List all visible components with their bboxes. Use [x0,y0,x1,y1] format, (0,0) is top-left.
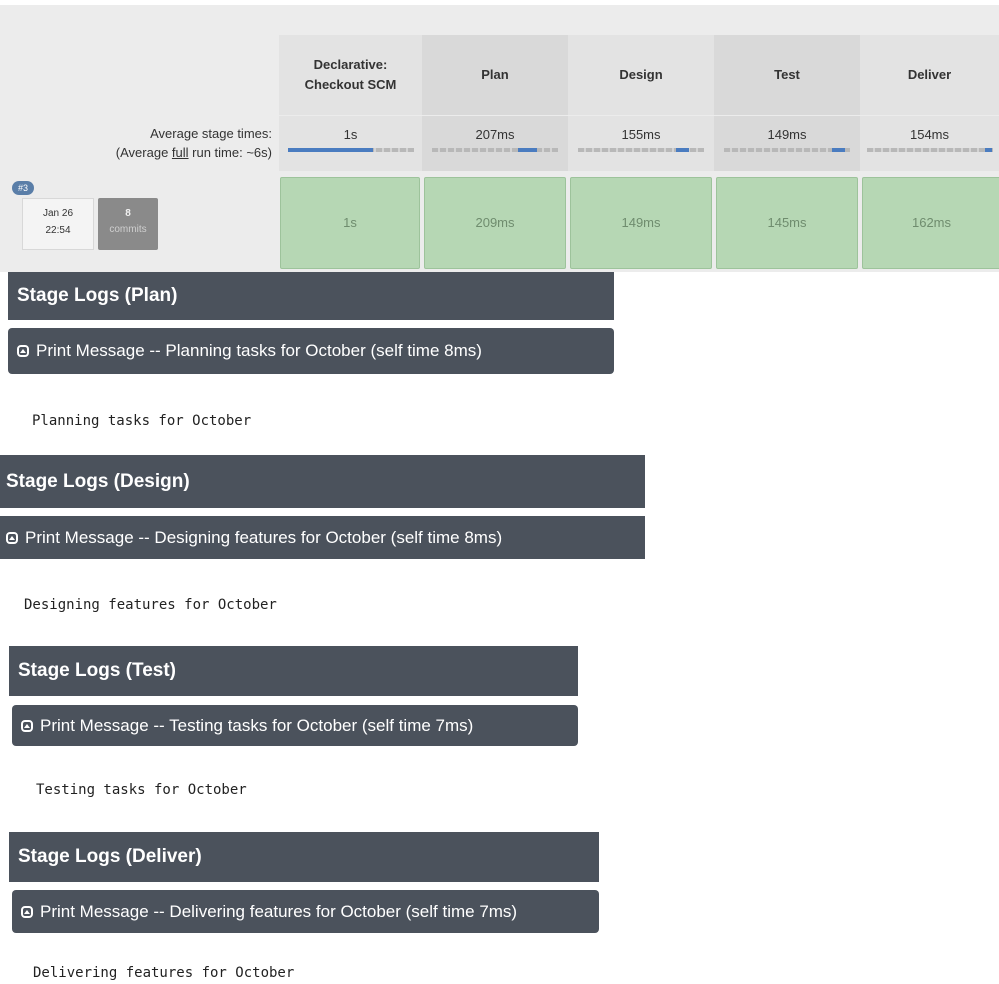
run-cell-plan[interactable]: 209ms [424,177,566,269]
log-step-plan[interactable]: Print Message -- Planning tasks for Octo… [8,328,614,374]
avg-bar [724,148,850,152]
build-number-badge[interactable]: #3 [12,181,34,195]
avg-bar-fill [676,148,689,152]
avg-cell-deliver: 154ms [860,116,999,171]
avg-time: 149ms [767,127,807,142]
collapse-icon[interactable] [17,345,29,357]
collapse-icon[interactable] [21,905,33,918]
avg-bar-fill [984,148,993,152]
collapse-icon[interactable] [6,531,18,544]
log-step-test[interactable]: Print Message -- Testing tasks for Octob… [12,705,578,746]
avg-run-prefix: (Average [115,145,172,160]
log-step-design[interactable]: Print Message -- Designing features for … [0,516,645,559]
avg-time: 207ms [475,127,515,142]
run-cell-test[interactable]: 145ms [716,177,858,269]
stage-header-deliver[interactable]: Deliver [860,35,999,115]
avg-bar [432,148,558,152]
log-step-label: Print Message -- Delivering features for… [40,901,518,921]
build-commits-button[interactable]: 8 commits [98,198,158,250]
top-strip [0,0,999,5]
average-stage-times-text: Average stage times: [150,126,272,141]
stage-logs-title-design: Stage Logs (Design) [0,455,645,508]
build-date: Jan 26 22:54 [22,198,94,250]
log-output-design: Designing features for October [24,597,277,613]
avg-time: 1s [343,127,358,142]
stage-logs-title-plan: Stage Logs (Plan) [8,272,614,320]
stage-header-design[interactable]: Design [568,35,714,115]
avg-cell-design: 155ms [568,116,714,171]
avg-bar [866,148,993,152]
stage-logs-title-deliver: Stage Logs (Deliver) [9,832,599,882]
run-cell-deliver[interactable]: 162ms [862,177,999,269]
run-cell-checkout-scm[interactable]: 1s [280,177,420,269]
stage-header-test[interactable]: Test [714,35,860,115]
build-date-day: Jan 26 [42,208,74,219]
run-cell-design[interactable]: 149ms [570,177,712,269]
stage-header-checkout-scm[interactable]: Declarative: Checkout SCM [279,35,422,115]
avg-bar-fill [287,148,374,152]
log-output-test: Testing tasks for October [36,782,247,798]
avg-time: 154ms [909,127,950,142]
stage-header-plan[interactable]: Plan [422,35,568,115]
log-output-deliver: Delivering features for October [33,965,295,981]
build-card[interactable]: #3 Jan 26 22:54 8 commits [12,181,158,251]
avg-cell-checkout-scm: 1s [279,116,422,171]
collapse-icon[interactable] [21,719,33,732]
avg-bar [578,148,704,152]
avg-bar-fill [517,148,537,152]
average-run-time-text: (Average full run time: ~6s) [0,143,272,162]
stage-logs-title-test: Stage Logs (Test) [9,646,578,696]
log-step-label: Print Message -- Designing features for … [25,527,503,547]
avg-bar [287,148,414,152]
log-step-deliver[interactable]: Print Message -- Delivering features for… [12,890,599,933]
avg-bar-fill [832,148,845,152]
stage-view: Declarative: Checkout SCM Plan Design Te… [0,0,999,272]
log-step-label: Print Message -- Testing tasks for Octob… [40,715,474,735]
avg-run-suffix: run time: ~6s) [188,145,272,160]
log-step-label: Print Message -- Planning tasks for Octo… [36,341,482,360]
commit-count: 8 [125,208,131,219]
log-output-plan: Planning tasks for October [32,413,252,429]
build-date-time: 22:54 [45,225,71,236]
average-times-label: Average stage times: (Average full run t… [0,124,272,162]
avg-run-full-link[interactable]: full [172,145,189,160]
avg-cell-plan: 207ms [422,116,568,171]
avg-cell-test: 149ms [714,116,860,171]
avg-time: 155ms [621,127,661,142]
commit-label: commits [109,224,147,235]
